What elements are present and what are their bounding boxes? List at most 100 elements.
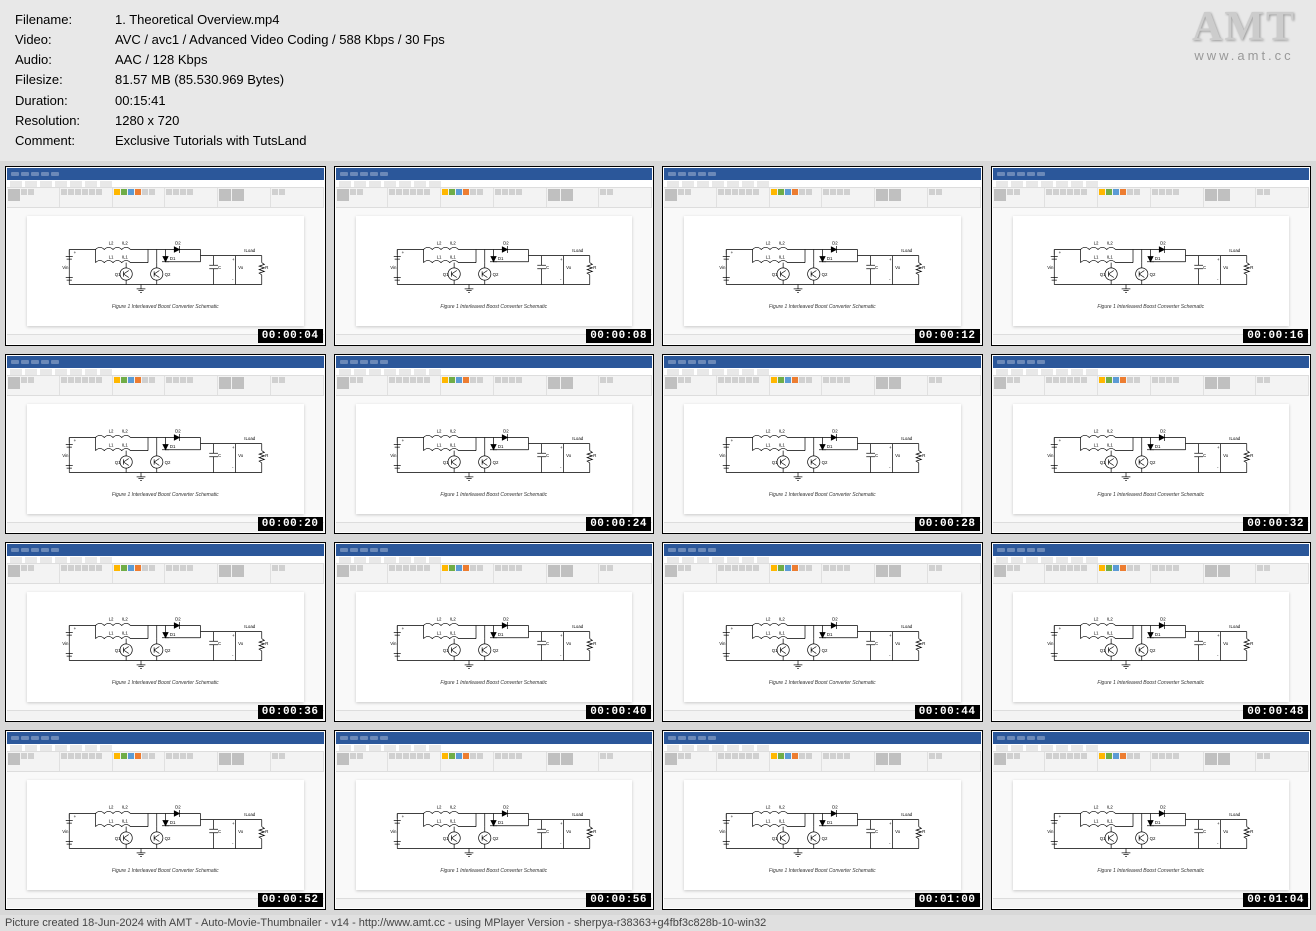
svg-text:L2: L2 — [437, 804, 442, 809]
svg-text:Vin: Vin — [62, 641, 69, 646]
footer-credit: Picture created 18-Jun-2024 with AMT - A… — [0, 915, 1316, 931]
thumbnail: Vin L2 IL2 L1 IL1 D2 D1 Q1 Q2 C Vo R ILo… — [991, 354, 1312, 534]
word-ribbon — [7, 564, 324, 584]
svg-text:Q2: Q2 — [1150, 648, 1156, 653]
word-titlebar — [993, 168, 1310, 180]
circuit-diagram: Vin L2 IL2 L1 IL1 D2 D1 Q1 Q2 C Vo R ILo… — [699, 796, 946, 866]
svg-text:Q1: Q1 — [1100, 460, 1106, 465]
svg-text:+: + — [1217, 445, 1220, 450]
word-tabs — [7, 744, 324, 752]
svg-text:L2: L2 — [765, 428, 770, 433]
word-ribbon — [993, 752, 1310, 772]
svg-text:IL1: IL1 — [1107, 630, 1114, 635]
svg-text:-: - — [1217, 841, 1219, 846]
svg-text:Vin: Vin — [62, 829, 69, 834]
svg-text:D1: D1 — [498, 820, 504, 825]
svg-text:Q1: Q1 — [771, 460, 777, 465]
circuit-diagram: Vin L2 IL2 L1 IL1 D2 D1 Q1 Q2 C Vo R ILo… — [42, 796, 289, 866]
circuit-diagram: Vin L2 IL2 L1 IL1 D2 D1 Q1 Q2 C Vo R ILo… — [42, 420, 289, 490]
svg-text:+: + — [232, 445, 235, 450]
timestamp-badge: 00:00:12 — [915, 329, 980, 343]
svg-text:Vin: Vin — [719, 829, 726, 834]
svg-text:L1: L1 — [437, 818, 442, 823]
svg-text:D2: D2 — [832, 240, 838, 245]
word-tabs — [336, 368, 653, 376]
svg-text:IL1: IL1 — [778, 818, 785, 823]
svg-text:L1: L1 — [1094, 818, 1099, 823]
svg-text:C: C — [1203, 265, 1206, 270]
svg-text:L1: L1 — [1094, 630, 1099, 635]
svg-text:D2: D2 — [503, 804, 509, 809]
timestamp-badge: 00:00:40 — [586, 705, 651, 719]
svg-text:C: C — [546, 641, 549, 646]
svg-text:Vin: Vin — [1047, 453, 1054, 458]
svg-text:IL1: IL1 — [121, 630, 128, 635]
svg-text:C: C — [546, 453, 549, 458]
svg-text:Q2: Q2 — [821, 460, 827, 465]
svg-text:IL1: IL1 — [450, 630, 457, 635]
svg-text:R: R — [265, 265, 268, 270]
svg-text:Q1: Q1 — [114, 272, 120, 277]
thumbnail: Vin L2 IL2 L1 IL1 D2 D1 Q1 Q2 C Vo R ILo… — [991, 542, 1312, 722]
word-titlebar — [7, 544, 324, 556]
svg-text:+: + — [889, 257, 892, 262]
timestamp-badge: 00:00:04 — [258, 329, 323, 343]
svg-text:-: - — [232, 465, 234, 470]
word-ribbon — [336, 564, 653, 584]
svg-text:C: C — [1203, 641, 1206, 646]
svg-text:C: C — [546, 265, 549, 270]
svg-text:R: R — [593, 265, 596, 270]
svg-text:-: - — [889, 653, 891, 658]
word-ribbon — [336, 752, 653, 772]
figure-caption: Figure 1 Interleaved Boost Converter Sch… — [440, 304, 547, 310]
svg-text:Vo: Vo — [895, 265, 901, 270]
document-area: Vin L2 IL2 L1 IL1 D2 D1 Q1 Q2 C Vo R ILo… — [664, 208, 981, 334]
svg-text:+: + — [232, 633, 235, 638]
word-tabs — [664, 368, 981, 376]
svg-text:IL2: IL2 — [121, 240, 128, 245]
circuit-diagram: Vin L2 IL2 L1 IL1 D2 D1 Q1 Q2 C Vo R ILo… — [370, 608, 617, 678]
svg-text:D1: D1 — [827, 632, 833, 637]
svg-text:Q2: Q2 — [493, 648, 499, 653]
svg-text:D2: D2 — [503, 240, 509, 245]
svg-text:ILoad: ILoad — [1229, 436, 1240, 441]
svg-text:R: R — [922, 641, 925, 646]
svg-text:L2: L2 — [108, 240, 113, 245]
svg-text:L1: L1 — [1094, 442, 1099, 447]
svg-text:L1: L1 — [108, 818, 113, 823]
svg-text:IL1: IL1 — [121, 818, 128, 823]
svg-text:-: - — [232, 841, 234, 846]
timestamp-badge: 00:00:08 — [586, 329, 651, 343]
svg-text:Q1: Q1 — [1100, 836, 1106, 841]
svg-text:D2: D2 — [503, 616, 509, 621]
amt-logo: AMT www.amt.cc — [1192, 6, 1296, 64]
info-header: Filename:1. Theoretical Overview.mp4 Vid… — [0, 0, 1316, 161]
circuit-diagram: Vin L2 IL2 L1 IL1 D2 D1 Q1 Q2 C Vo R ILo… — [1027, 796, 1274, 866]
figure-caption: Figure 1 Interleaved Boost Converter Sch… — [440, 680, 547, 686]
svg-text:IL2: IL2 — [778, 616, 785, 621]
svg-text:C: C — [1203, 829, 1206, 834]
svg-text:Q1: Q1 — [443, 272, 449, 277]
svg-text:ILoad: ILoad — [244, 436, 255, 441]
word-titlebar — [7, 356, 324, 368]
word-tabs — [993, 368, 1310, 376]
svg-text:L2: L2 — [108, 616, 113, 621]
svg-text:Vin: Vin — [62, 265, 69, 270]
svg-text:+: + — [73, 626, 76, 631]
svg-text:Vo: Vo — [895, 453, 901, 458]
svg-text:Q1: Q1 — [114, 460, 120, 465]
word-ribbon — [993, 564, 1310, 584]
svg-text:L1: L1 — [108, 442, 113, 447]
svg-text:IL2: IL2 — [121, 804, 128, 809]
word-ribbon — [664, 752, 981, 772]
word-titlebar — [336, 168, 653, 180]
timestamp-badge: 00:00:44 — [915, 705, 980, 719]
svg-text:ILoad: ILoad — [901, 624, 912, 629]
svg-text:IL1: IL1 — [1107, 254, 1114, 259]
svg-text:Q2: Q2 — [1150, 460, 1156, 465]
figure-caption: Figure 1 Interleaved Boost Converter Sch… — [112, 492, 219, 498]
video-label: Video: — [15, 30, 115, 50]
word-tabs — [664, 556, 981, 564]
metadata-table: Filename:1. Theoretical Overview.mp4 Vid… — [15, 10, 1301, 151]
svg-text:L1: L1 — [765, 442, 770, 447]
